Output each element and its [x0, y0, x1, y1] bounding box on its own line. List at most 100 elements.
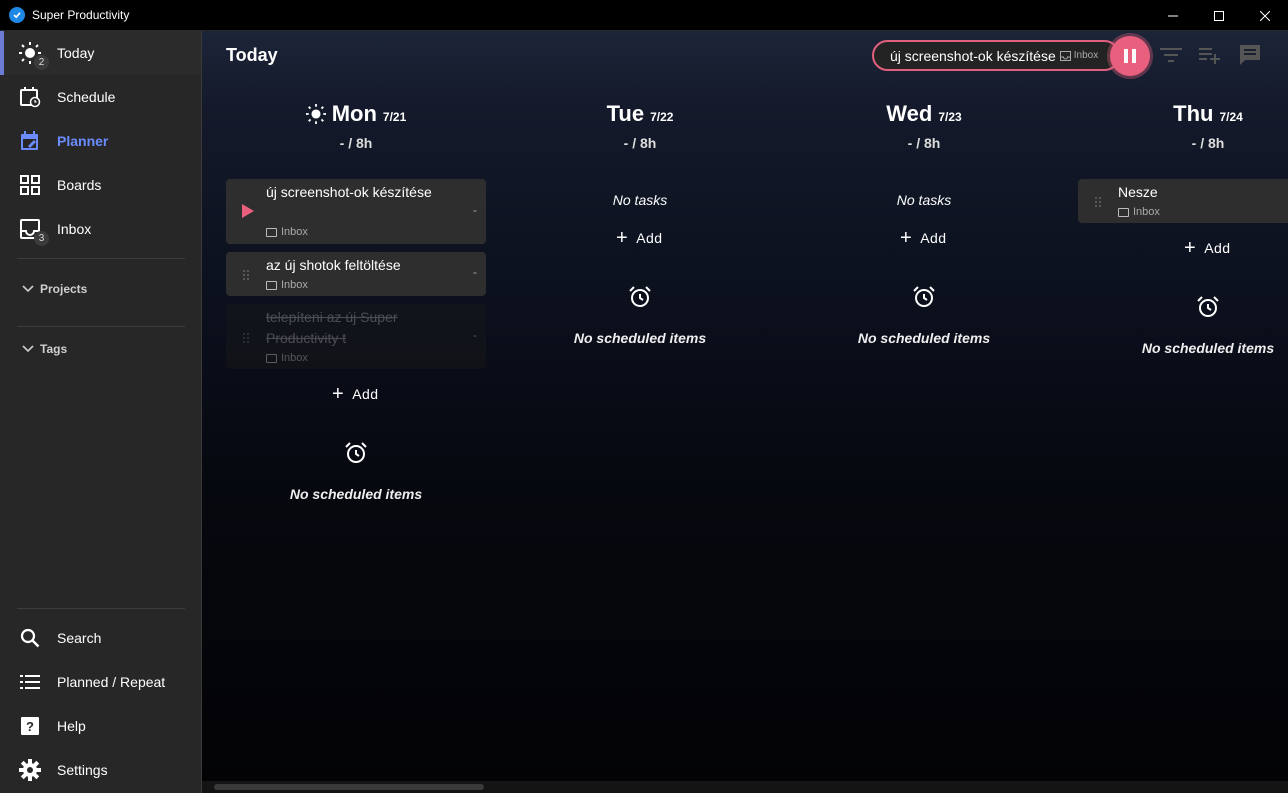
divider — [17, 326, 185, 327]
chevron-down-icon — [22, 342, 34, 356]
projects-section-toggle[interactable]: Projects — [22, 282, 87, 296]
task-title: telepíteni az új Super Productivity t — [266, 309, 398, 346]
alarm-icon — [628, 285, 652, 309]
drag-handle-icon[interactable] — [1094, 195, 1102, 213]
horizontal-scrollbar[interactable] — [202, 781, 1288, 793]
play-icon[interactable] — [242, 204, 254, 223]
minimize-button[interactable] — [1150, 0, 1196, 31]
grid-icon — [18, 173, 42, 197]
sidebar-item-label: Schedule — [57, 89, 116, 105]
filter-button[interactable] — [1159, 43, 1183, 67]
no-tasks-text: No tasks — [612, 192, 668, 208]
sidebar-item-label: Inbox — [57, 221, 92, 237]
tags-section-toggle[interactable]: Tags — [22, 342, 67, 356]
divider — [17, 258, 185, 259]
scrollbar-thumb[interactable] — [214, 784, 484, 790]
task-project: Inbox — [266, 279, 308, 291]
day-date: 7/23 — [938, 110, 962, 124]
day-date: 7/24 — [1219, 110, 1243, 124]
window-title: Super Productivity — [32, 8, 130, 22]
pause-button[interactable] — [1110, 36, 1150, 76]
plus-icon: + — [332, 383, 345, 405]
day-estimate: - / 8h — [907, 135, 941, 151]
playlist-add-icon — [1199, 48, 1220, 64]
sidebar-item-boards[interactable]: Boards — [0, 163, 201, 207]
plus-icon: + — [900, 227, 913, 249]
inbox-icon — [266, 280, 277, 290]
sidebar-item-help[interactable]: ? Help — [0, 704, 201, 748]
sidebar-item-planned-repeat[interactable]: Planned / Repeat — [0, 660, 201, 704]
current-task-chip[interactable]: új screenshot-ok készítése Inbox — [872, 40, 1120, 71]
day-column-mon: Mon 7/21 - / 8h új screenshot-ok készíté… — [226, 101, 486, 502]
plus-icon: + — [616, 227, 629, 249]
title-bar: Super Productivity — [0, 0, 1288, 31]
pause-icon — [1124, 49, 1136, 63]
current-task-tag-label: Inbox — [1073, 50, 1099, 61]
task-time: - — [473, 265, 477, 279]
day-name: Mon — [331, 101, 377, 126]
filter-icon — [1160, 48, 1182, 62]
current-task-tag: Inbox — [1059, 50, 1099, 61]
drag-handle-icon[interactable] — [242, 331, 250, 349]
list-icon — [18, 670, 42, 694]
day-column-wed: Wed 7/23 - / 8h No tasks + Add No schedu… — [794, 101, 1054, 346]
inbox-icon — [266, 227, 277, 237]
main-content: Today új screenshot-ok készítése Inbox M… — [202, 31, 1288, 793]
task-item-done[interactable]: telepíteni az új Super Productivity t In… — [226, 304, 486, 369]
day-date: 7/22 — [650, 110, 674, 124]
sidebar-item-planner[interactable]: Planner — [0, 119, 201, 163]
close-button[interactable] — [1242, 0, 1288, 31]
day-date: 7/21 — [382, 110, 407, 124]
inbox-icon — [266, 353, 277, 363]
sidebar-item-label: Planner — [57, 133, 109, 149]
gear-icon — [18, 758, 42, 782]
task-project-label: Inbox — [1133, 206, 1160, 218]
task-project-label: Inbox — [281, 279, 308, 291]
calendar-edit-icon — [18, 129, 42, 153]
calendar-clock-icon — [18, 85, 42, 109]
sidebar-item-search[interactable]: Search — [0, 616, 201, 660]
today-badge: 2 — [34, 55, 49, 70]
day-estimate: - / 8h — [1191, 135, 1225, 151]
alarm-icon — [344, 441, 368, 465]
add-task-button[interactable]: + Add — [1184, 237, 1231, 259]
sidebar-item-inbox[interactable]: 3 Inbox — [0, 207, 201, 251]
task-project-label: Inbox — [281, 352, 308, 364]
projects-label: Projects — [40, 282, 88, 296]
inbox-icon — [1059, 50, 1071, 61]
notes-button[interactable] — [1238, 43, 1262, 67]
task-title: az új shotok feltöltése — [266, 257, 401, 273]
plus-icon: + — [1184, 237, 1197, 259]
day-name: Tue — [606, 101, 645, 126]
task-item[interactable]: új screenshot-ok készítése Inbox - — [226, 179, 486, 244]
sidebar-item-settings[interactable]: Settings — [0, 748, 201, 792]
maximize-button[interactable] — [1196, 0, 1242, 31]
sidebar-item-schedule[interactable]: Schedule — [0, 75, 201, 119]
add-task-button[interactable] — [1198, 43, 1222, 67]
add-task-button[interactable]: + Add — [900, 227, 947, 249]
day-header: Wed 7/23 — [794, 101, 1054, 127]
task-project: Inbox — [266, 226, 308, 238]
day-header: Mon 7/21 — [226, 101, 486, 127]
task-item[interactable]: Nesze Inbox — [1078, 179, 1288, 223]
sidebar-item-label: Settings — [57, 762, 108, 778]
task-project: Inbox — [266, 352, 308, 364]
task-time: - — [473, 203, 477, 217]
add-task-button[interactable]: + Add — [616, 227, 663, 249]
day-column-tue: Tue 7/22 - / 8h No tasks + Add No schedu… — [510, 101, 770, 346]
inbox-badge: 3 — [34, 231, 49, 246]
alarm-icon — [912, 285, 936, 309]
current-task-title: új screenshot-ok készítése — [890, 47, 1056, 64]
no-scheduled-items: No scheduled items — [573, 330, 707, 346]
svg-text:?: ? — [26, 719, 34, 734]
add-label: Add — [636, 230, 663, 246]
task-project: Inbox — [1118, 206, 1160, 218]
add-label: Add — [1204, 240, 1231, 256]
drag-handle-icon[interactable] — [242, 268, 250, 286]
task-item[interactable]: az új shotok feltöltése Inbox - — [226, 252, 486, 296]
divider — [17, 608, 185, 609]
add-label: Add — [352, 386, 379, 402]
help-icon: ? — [18, 714, 42, 738]
add-task-button[interactable]: + Add — [332, 383, 379, 405]
sidebar-item-today[interactable]: 2 Today — [0, 31, 201, 75]
